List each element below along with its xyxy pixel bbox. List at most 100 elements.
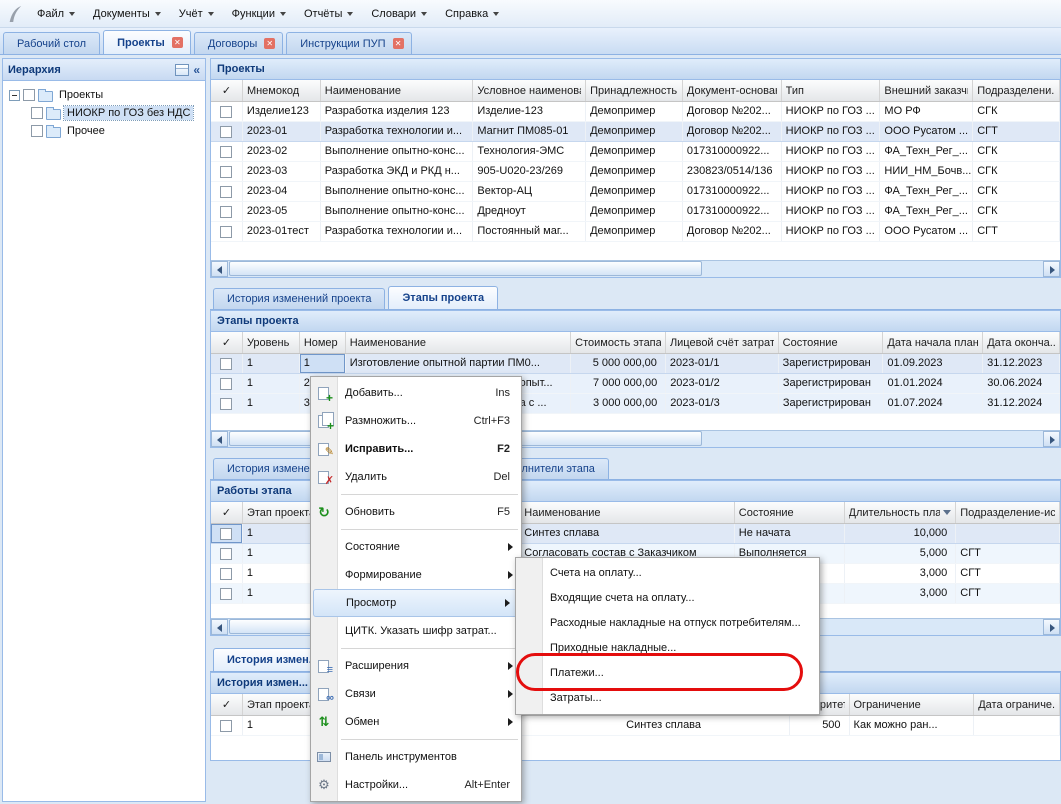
checkbox-icon[interactable] <box>31 125 43 137</box>
context-menu-item[interactable]: Состояние <box>311 533 521 561</box>
row-select-cell[interactable] <box>211 584 243 603</box>
column-header[interactable]: Стоимость этапа <box>571 332 666 353</box>
column-header[interactable]: Состояние <box>735 502 845 523</box>
column-header[interactable]: Уровень <box>243 332 300 353</box>
menubar-item-5[interactable]: Отчёты <box>295 3 362 25</box>
scroll-right-icon[interactable] <box>1043 431 1060 447</box>
checkbox-icon[interactable] <box>220 378 232 390</box>
column-header[interactable]: Документ-основан... <box>683 80 782 101</box>
scroll-left-icon[interactable] <box>211 261 228 277</box>
checkbox-icon[interactable] <box>220 528 232 540</box>
row-select-cell[interactable] <box>211 122 243 141</box>
projects-hscrollbar[interactable] <box>211 260 1060 277</box>
scroll-left-icon[interactable] <box>211 431 228 447</box>
column-header[interactable]: Дата начала план <box>883 332 983 353</box>
column-header[interactable]: Мнемокод <box>243 80 321 101</box>
table-row[interactable]: 2023-03Разработка ЭКД и РКД н...905-U020… <box>211 162 1060 182</box>
close-icon[interactable] <box>172 37 183 48</box>
context-menu-item[interactable]: Размножить...Ctrl+F3 <box>311 407 521 435</box>
column-header[interactable]: Наименование <box>321 80 474 101</box>
row-select-cell[interactable] <box>211 182 243 201</box>
checkbox-icon[interactable] <box>220 226 232 238</box>
row-select-cell[interactable] <box>211 394 243 413</box>
column-header[interactable]: ✓ <box>211 80 243 101</box>
context-menu-item[interactable]: Исправить...F2 <box>311 435 521 463</box>
submenu-item[interactable]: Входящие счета на оплату... <box>516 586 819 611</box>
scroll-left-icon[interactable] <box>211 619 228 635</box>
row-select-cell[interactable] <box>211 374 243 393</box>
column-header[interactable]: Дата оконча... <box>983 332 1060 353</box>
row-select-cell[interactable] <box>211 162 243 181</box>
column-header[interactable]: Условное наименова... <box>473 80 586 101</box>
row-select-cell[interactable] <box>211 102 243 121</box>
submenu-item[interactable]: Платежи... <box>516 661 819 686</box>
workspace-tab-4[interactable]: Инструкции ПУП <box>286 32 411 54</box>
submenu-item[interactable]: Затраты... <box>516 686 819 711</box>
row-select-cell[interactable] <box>211 564 243 583</box>
column-header[interactable]: Принадлежность <box>586 80 683 101</box>
checkbox-icon[interactable] <box>220 398 232 410</box>
table-row[interactable]: Изделие123Разработка изделия 123Изделие-… <box>211 102 1060 122</box>
table-row[interactable]: 2023-04Выполнение опытно-конс...Вектор-А… <box>211 182 1060 202</box>
checkbox-icon[interactable] <box>220 588 232 600</box>
collapse-sidebar-icon[interactable] <box>193 63 200 77</box>
row-select-cell[interactable] <box>211 544 243 563</box>
column-header[interactable]: Подразделени... <box>973 80 1060 101</box>
table-row[interactable]: 2023-02Выполнение опытно-конс...Технолог… <box>211 142 1060 162</box>
checkbox-icon[interactable] <box>220 146 232 158</box>
checkbox-icon[interactable] <box>220 548 232 560</box>
checkbox-icon[interactable] <box>220 106 232 118</box>
stages-tab-1[interactable]: История изменений проекта <box>213 288 385 309</box>
panel-menu-icon[interactable] <box>175 64 189 76</box>
close-icon[interactable] <box>393 38 404 49</box>
column-header[interactable]: Тип <box>782 80 881 101</box>
context-menu-item[interactable]: Просмотр <box>313 589 519 617</box>
context-menu-item[interactable]: Расширения <box>311 652 521 680</box>
row-select-cell[interactable] <box>211 142 243 161</box>
stages-tab-2[interactable]: Этапы проекта <box>388 286 498 309</box>
column-header[interactable]: Внешний заказчик <box>880 80 973 101</box>
checkbox-icon[interactable] <box>220 206 232 218</box>
column-header[interactable]: Подразделение-исп... <box>956 502 1060 523</box>
column-header[interactable]: Ограничение <box>850 694 975 715</box>
table-row[interactable]: 2023-05Выполнение опытно-конс...Дредноут… <box>211 202 1060 222</box>
submenu-item[interactable]: Счета на оплату... <box>516 561 819 586</box>
checkbox-icon[interactable] <box>220 568 232 580</box>
row-select-cell[interactable] <box>211 716 243 735</box>
menubar-item-6[interactable]: Словари <box>362 3 436 25</box>
workspace-tab-2[interactable]: Проекты <box>103 30 191 54</box>
context-menu-item[interactable]: Связи <box>311 680 521 708</box>
scroll-right-icon[interactable] <box>1043 261 1060 277</box>
scrollbar-track[interactable] <box>228 261 1043 277</box>
submenu-item[interactable]: Расходные накладные на отпуск потребител… <box>516 611 819 636</box>
close-icon[interactable] <box>264 38 275 49</box>
row-select-cell[interactable] <box>211 222 243 241</box>
workspace-tab-3[interactable]: Договоры <box>194 32 283 54</box>
menubar-item-2[interactable]: Документы <box>84 3 170 25</box>
column-header[interactable]: Наименование <box>346 332 571 353</box>
menubar-item-4[interactable]: Функции <box>223 3 295 25</box>
column-header[interactable]: Наименование <box>520 502 734 523</box>
table-row[interactable]: 2023-01Разработка технологии и...Магнит … <box>211 122 1060 142</box>
scrollbar-thumb[interactable] <box>229 261 702 276</box>
column-header[interactable]: Лицевой счёт затрат <box>666 332 779 353</box>
workspace-tab-1[interactable]: Рабочий стол <box>3 32 100 54</box>
menubar-item-7[interactable]: Справка <box>436 3 508 25</box>
context-menu-item[interactable]: ОбновитьF5 <box>311 498 521 526</box>
submenu-item[interactable]: Приходные накладные... <box>516 636 819 661</box>
collapse-expander-icon[interactable] <box>9 90 20 101</box>
column-header[interactable]: ✓ <box>211 694 243 715</box>
checkbox-icon[interactable] <box>220 126 232 138</box>
column-header[interactable]: Состояние <box>779 332 884 353</box>
column-header[interactable]: Дата ограниче... <box>974 694 1060 715</box>
table-row[interactable]: 2023-01тестРазработка технологии и...Пос… <box>211 222 1060 242</box>
scroll-right-icon[interactable] <box>1043 619 1060 635</box>
checkbox-icon[interactable] <box>220 720 232 732</box>
column-header[interactable]: Номер <box>300 332 346 353</box>
context-menu-item[interactable]: ЦИТК. Указать шифр затрат... <box>311 617 521 645</box>
menubar-item-3[interactable]: Учёт <box>170 3 223 25</box>
checkbox-icon[interactable] <box>220 186 232 198</box>
row-select-cell[interactable] <box>211 524 243 543</box>
tree-item[interactable]: Прочее <box>5 122 203 140</box>
column-header[interactable]: ✓ <box>211 502 243 523</box>
